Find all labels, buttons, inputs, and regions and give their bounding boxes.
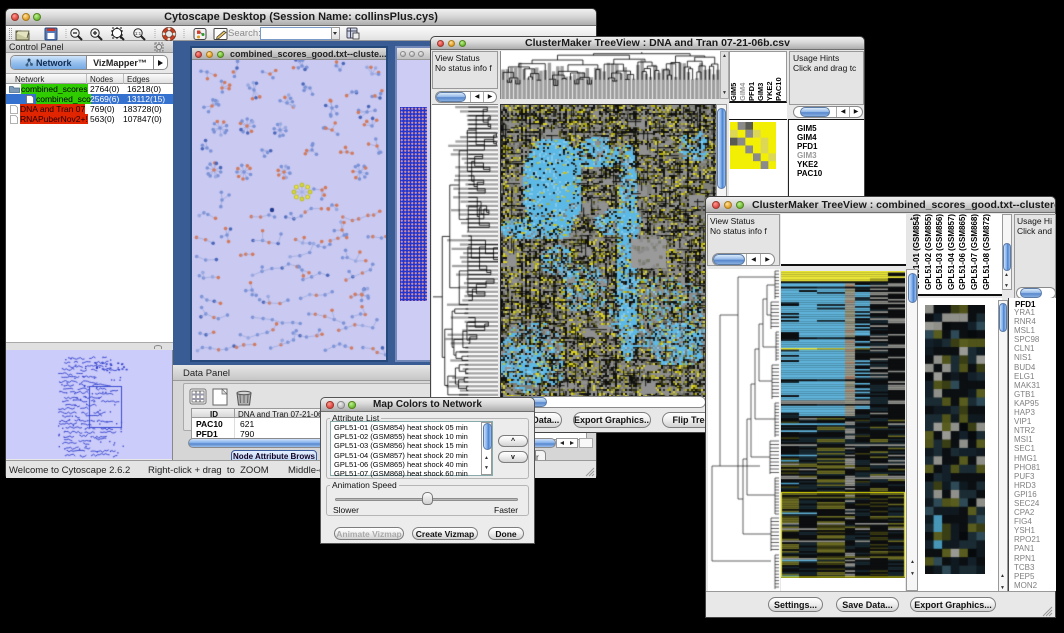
svg-text:1:1: 1:1 bbox=[135, 31, 142, 36]
